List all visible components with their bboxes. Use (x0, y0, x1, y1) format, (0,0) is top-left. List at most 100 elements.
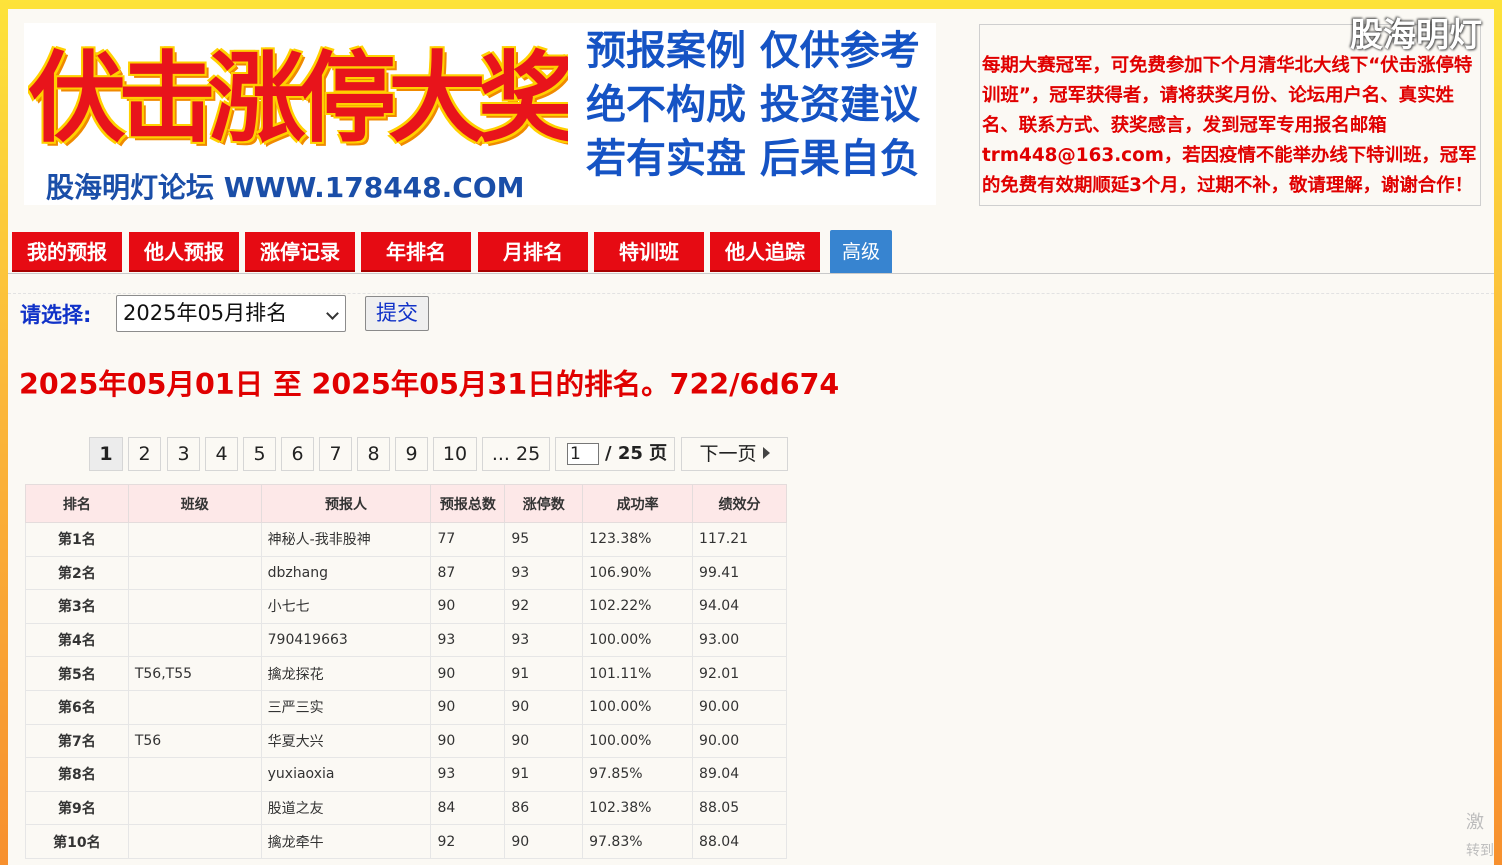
table-cell: 第2名 (25, 555, 129, 591)
table-cell (127, 522, 262, 557)
col-limit-up-count: 涨停数 (504, 484, 584, 523)
table-cell: 100.00% (582, 622, 694, 658)
side-badge-line: 激 (1466, 812, 1484, 833)
nav-training-class[interactable]: 特训班 (594, 232, 704, 272)
table-row: 第1名 神秘人-我非股神 77 95 123.38% 117.21 (25, 522, 787, 557)
select-label: 请选择: (20, 303, 92, 327)
table-cell: T56 (127, 723, 262, 759)
page-link-9[interactable]: 9 (395, 437, 428, 471)
page-link-5[interactable]: 5 (243, 437, 276, 471)
page-link-7[interactable]: 7 (319, 437, 352, 471)
forecaster-link[interactable]: 股道之友 (260, 790, 432, 826)
page: 伏击涨停大奖赛 股海明灯论坛 WWW.178448.COM 预报案例 仅供参考 … (8, 9, 1494, 865)
next-page-button[interactable]: 下一页 (681, 437, 788, 471)
table-cell: 77 (430, 522, 506, 557)
pagination: 1 2 3 4 5 6 7 8 9 10 ... 25 1 / 25 页 下一页 (89, 437, 809, 471)
table-row: 第2名 dbzhang 87 93 106.90% 99.41 (25, 555, 787, 591)
table-cell: 92.01 (692, 656, 787, 691)
forecaster-link[interactable]: 三严三实 (260, 689, 432, 725)
table-cell: 101.11% (582, 656, 694, 691)
disclaimer-line: 预报案例 仅供参考 (586, 28, 920, 74)
forecaster-link[interactable]: 华夏大兴 (260, 723, 432, 759)
disclaimer-line: 绝不构成 投资建议 (586, 82, 920, 128)
forecaster-link[interactable]: yuxiaoxia (260, 757, 432, 792)
col-performance-score: 绩效分 (692, 484, 787, 523)
table-cell: 93 (504, 622, 584, 658)
disclaimer-line: 若有实盘 后果自负 (586, 136, 920, 182)
table-cell: 90 (504, 824, 584, 859)
forum-site: 股海明灯论坛 WWW.178448.COM (46, 171, 525, 204)
nav-year-ranking[interactable]: 年排名 (361, 232, 471, 272)
header: 伏击涨停大奖赛 股海明灯论坛 WWW.178448.COM 预报案例 仅供参考 … (8, 9, 1494, 219)
table-cell: 91 (504, 656, 584, 691)
table-cell: 93 (504, 555, 584, 591)
page-link-3[interactable]: 3 (167, 437, 200, 471)
dashed-divider (8, 293, 1494, 294)
side-badge-line: 转到 (1466, 843, 1494, 859)
table-cell: 第9名 (25, 790, 129, 826)
table-row: 第4名 790419663 93 93 100.00% 93.00 (25, 622, 787, 658)
main-nav: 我的预报 他人预报 涨停记录 年排名 月排名 特训班 他人追踪 高级 (12, 230, 1492, 274)
nav-divider (8, 273, 1494, 274)
forecaster-link[interactable]: 小七七 (260, 589, 432, 624)
page-jump-input[interactable]: 1 (567, 443, 599, 465)
table-cell: 84 (430, 790, 506, 826)
notice-text: 每期大赛冠军，可免费参加下个月清华北大线下“伏击涨停特训班”，冠军获得者，请将获… (982, 55, 1477, 196)
brand-watermark: 股海明灯 (1350, 15, 1482, 54)
page-link-8[interactable]: 8 (357, 437, 390, 471)
table-cell: 92 (504, 589, 584, 624)
table-cell: 88.04 (692, 824, 787, 859)
page-link-1[interactable]: 1 (89, 437, 123, 471)
forecaster-link[interactable]: 神秘人-我非股神 (260, 522, 432, 557)
caret-right-icon (762, 447, 770, 459)
table-cell: 第6名 (25, 689, 129, 725)
table-cell: 91 (504, 757, 584, 792)
nav-month-ranking[interactable]: 月排名 (478, 232, 588, 272)
table-row: 第6名 三严三实 90 90 100.00% 90.00 (25, 689, 787, 725)
table-cell: 97.83% (582, 824, 694, 859)
month-select-value: 2025年05月排名 (123, 301, 288, 325)
page-link-10[interactable]: 10 (433, 437, 477, 471)
contest-banner: 伏击涨停大奖赛 股海明灯论坛 WWW.178448.COM (24, 23, 574, 205)
table-cell (127, 555, 262, 591)
table-cell (127, 790, 262, 826)
page-link-6[interactable]: 6 (281, 437, 314, 471)
table-cell: T56,T55 (127, 656, 262, 691)
table-cell: 88.05 (692, 790, 787, 826)
table-cell: 第7名 (25, 723, 129, 759)
table-cell: 87 (430, 555, 506, 591)
nav-limit-up-record[interactable]: 涨停记录 (245, 232, 355, 272)
table-row: 第8名 yuxiaoxia 93 91 97.85% 89.04 (25, 757, 787, 792)
table-cell: 94.04 (692, 589, 787, 624)
page-link-4[interactable]: 4 (205, 437, 238, 471)
table-cell: 100.00% (582, 689, 694, 725)
table-row: 第5名 T56,T55 擒龙探花 90 91 101.11% 92.01 (25, 656, 787, 691)
table-cell: 89.04 (692, 757, 787, 792)
month-select[interactable]: 2025年05月排名 (116, 295, 346, 332)
page-link-last[interactable]: ... 25 (482, 437, 550, 471)
col-success-rate: 成功率 (582, 484, 694, 523)
table-cell (127, 757, 262, 792)
table-cell (127, 689, 262, 725)
nav-others-forecast[interactable]: 他人预报 (129, 232, 239, 272)
table-cell (127, 824, 262, 859)
side-badge[interactable]: 激 转到 (1466, 809, 1494, 865)
table-cell (127, 622, 262, 658)
nav-others-tracking[interactable]: 他人追踪 (710, 232, 820, 272)
forecaster-link[interactable]: 790419663 (260, 622, 432, 658)
chevron-down-icon (326, 307, 339, 320)
forecaster-link[interactable]: 擒龙探花 (260, 656, 432, 691)
table-row: 第10名 擒龙牵牛 92 90 97.83% 88.04 (25, 824, 787, 859)
page-link-2[interactable]: 2 (128, 437, 161, 471)
forecaster-link[interactable]: 擒龙牵牛 (260, 824, 432, 859)
table-cell: 90 (504, 689, 584, 725)
submit-button[interactable]: 提交 (365, 296, 429, 331)
table-cell: 86 (504, 790, 584, 826)
table-header-row: 排名 班级 预报人 预报总数 涨停数 成功率 绩效分 (25, 484, 787, 523)
ranking-table: 排名 班级 预报人 预报总数 涨停数 成功率 绩效分 第1名 神秘人-我非股神 77… (25, 484, 787, 859)
table-cell: 90.00 (692, 723, 787, 759)
nav-advanced[interactable]: 高级 (830, 230, 892, 274)
forecaster-link[interactable]: dbzhang (260, 555, 432, 591)
table-row: 第7名 T56 华夏大兴 90 90 100.00% 90.00 (25, 723, 787, 759)
nav-my-forecast[interactable]: 我的预报 (12, 232, 122, 272)
